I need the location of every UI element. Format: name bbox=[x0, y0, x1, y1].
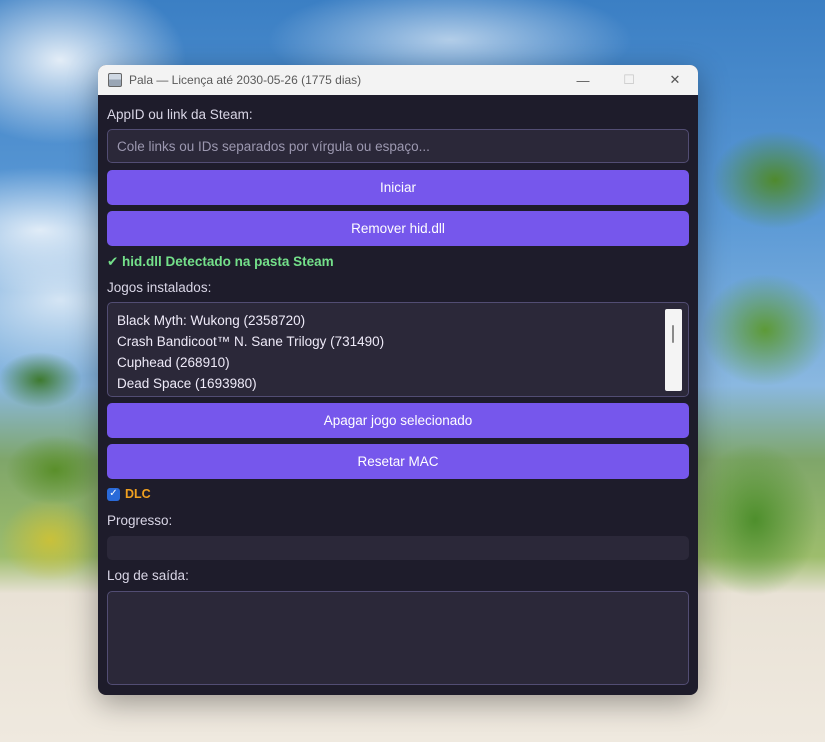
list-item[interactable]: Crash Bandicoot™ N. Sane Trilogy (731490… bbox=[117, 334, 384, 349]
progress-bar bbox=[107, 536, 689, 560]
installed-games-label: Jogos instalados: bbox=[107, 280, 212, 295]
list-item[interactable]: Dead Space (1693980) bbox=[117, 376, 257, 391]
window-controls: — ☐ ✕ bbox=[560, 65, 698, 95]
scrollbar-thumb[interactable] bbox=[672, 325, 674, 343]
log-label: Log de saída: bbox=[107, 568, 189, 583]
list-item[interactable]: Cuphead (268910) bbox=[117, 355, 230, 370]
checkmark-icon: ✓ bbox=[109, 488, 118, 499]
app-window: Pala — Licença até 2030-05-26 (1775 dias… bbox=[98, 65, 698, 695]
reset-mac-button[interactable]: Resetar MAC bbox=[107, 444, 689, 479]
maximize-button[interactable]: ☐ bbox=[606, 65, 652, 95]
installed-games-list[interactable]: Black Myth: Wukong (2358720) Crash Bandi… bbox=[107, 302, 689, 397]
list-item[interactable]: Black Myth: Wukong (2358720) bbox=[117, 313, 305, 328]
close-button[interactable]: ✕ bbox=[652, 65, 698, 95]
dlc-label: DLC bbox=[125, 487, 151, 501]
remove-hid-button[interactable]: Remover hid.dll bbox=[107, 211, 689, 246]
hid-status-text: ✔ hid.dll Detectado na pasta Steam bbox=[107, 254, 334, 269]
appid-input[interactable] bbox=[107, 129, 689, 163]
title-bar[interactable]: Pala — Licença até 2030-05-26 (1775 dias… bbox=[98, 65, 698, 95]
wallpaper-palm-left bbox=[0, 300, 110, 580]
wallpaper-palm-right bbox=[695, 100, 825, 620]
main-content: AppID ou link da Steam: Iniciar Remover … bbox=[98, 95, 698, 695]
appid-label: AppID ou link da Steam: bbox=[107, 107, 253, 122]
window-title: Pala — Licença até 2030-05-26 (1775 dias… bbox=[129, 73, 362, 87]
progress-label: Progresso: bbox=[107, 513, 173, 528]
log-output[interactable] bbox=[107, 591, 689, 685]
dlc-checkbox-row[interactable]: ✓ DLC bbox=[107, 487, 151, 501]
start-button[interactable]: Iniciar bbox=[107, 170, 689, 205]
minimize-button[interactable]: — bbox=[560, 65, 606, 95]
app-window-icon bbox=[108, 73, 122, 87]
dlc-checkbox[interactable]: ✓ bbox=[107, 487, 120, 501]
list-scrollbar[interactable] bbox=[665, 309, 682, 391]
delete-game-button[interactable]: Apagar jogo selecionado bbox=[107, 403, 689, 438]
